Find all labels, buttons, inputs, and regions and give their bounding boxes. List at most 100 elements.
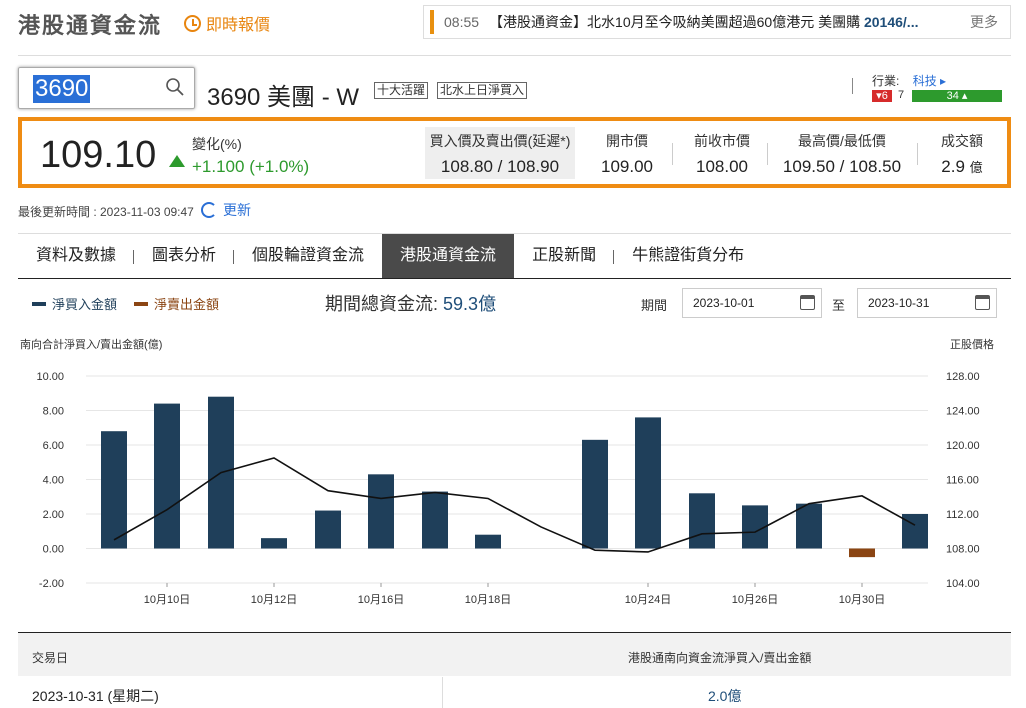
section-tabs: 資料及數據 圖表分析 個股輪證資金流 港股通資金流 正股新聞 牛熊證街貨分布 [18,233,1011,279]
quote-divider [767,143,768,165]
header-date: 交易日 [32,651,69,665]
ticker-headline-highlight: 20146/... [863,14,919,30]
refresh-button[interactable]: 更新 [201,200,251,220]
turnover-value: 2.9 億 [941,157,983,176]
flow-bar [315,510,341,549]
news-ticker[interactable]: 08:55 【港股通資金】北水10月至今吸納美團超過60億港元 美團購 2014… [423,5,1011,39]
ticker-time: 08:55 [444,14,480,30]
prev-close-cell: 前收市價 108.00 [682,127,762,183]
more-news-link[interactable]: 更多 [970,12,998,32]
y-tick-label: 8.00 [43,406,64,418]
x-tick-label: 10月10日 [144,594,190,606]
price-up-icon [169,155,185,167]
stock-name: 3690 美團 - W [207,84,360,111]
search-value[interactable]: 3690 [33,75,91,103]
row-date: 2023-10-31 (星期二) [32,688,159,704]
page-title: 港股通資金流 [18,13,163,38]
legend-inflow-label: 淨買入金額 [52,297,118,312]
y-tick-label: -2.00 [39,578,64,590]
y-tick-label: 0.00 [43,544,64,556]
bid-ask-value: 108.80 / 108.90 [440,157,560,176]
realtime-label: 即時報價 [206,17,271,34]
x-tick-label: 10月30日 [839,594,885,606]
change-label: 變化(%) [192,136,242,152]
tab-stock-news[interactable]: 正股新聞 [514,234,615,278]
quote-divider [672,143,673,165]
price-line [113,457,916,553]
industry-down-count: ▾6 [872,90,892,102]
period-total-flow: 期間總資金流: 59.3億 [325,294,497,314]
flow-bar [796,503,822,549]
legend-outflow-label: 淨賣出金額 [154,297,220,312]
industry-flat-count: 7 [898,89,905,101]
row-divider [442,677,443,708]
tab-southbound-flow[interactable]: 港股通資金流 [382,234,515,278]
x-tick-label: 10月26日 [732,594,778,606]
last-price: 109.10 [40,134,157,176]
flow-bar [261,538,287,549]
table-header: 交易日 港股通南向資金流淨買入/賣出金額 [18,632,1011,676]
y2-tick-label: 108.00 [946,544,980,556]
industry-link[interactable]: 科技 ▸ [913,74,946,88]
tab-warrant-flow[interactable]: 個股輪證資金流 [234,234,382,278]
flow-bar [582,439,608,549]
right-axis-title: 正股價格 [950,339,994,351]
prev-close-label: 前收市價 [694,133,750,149]
flow-bar [475,534,501,549]
flow-bar [101,431,127,549]
flow-bar [154,403,180,549]
ticker-headline: 【港股通資金】北水10月至今吸納美團超過60億港元 美團購 [489,14,864,30]
table-row[interactable]: 2023-10-31 (星期二) 2.0億 [18,677,1011,708]
industry-row: 行業: 科技 ▸ [872,72,946,89]
y-tick-label: 6.00 [43,440,64,452]
y2-tick-label: 120.00 [946,440,980,452]
calendar-icon[interactable] [800,295,815,310]
y2-tick-label: 116.00 [946,475,979,487]
calendar-icon[interactable] [975,295,990,310]
legend-outflow: 淨賣出金額 [134,294,219,313]
tag-top-active[interactable]: 十大活躍 [374,82,429,99]
flow-bar [368,474,394,549]
open-value: 109.00 [601,157,653,176]
bid-ask-cell: 買入價及賣出價(延遲*) 108.80 / 108.90 [425,127,575,179]
ticker-text[interactable]: 【港股通資金】北水10月至今吸納美團超過60億港元 美團購 20146/... [489,12,934,32]
x-tick-label: 10月18日 [465,594,511,606]
flow-bar [635,417,661,549]
turnover-cell: 成交額 2.9 億 [922,127,1002,183]
industry-label: 行業: [872,74,900,88]
legend-inflow: 淨買入金額 [32,294,117,313]
y-tick-label: 4.00 [43,475,64,487]
y-tick-label: 10.00 [36,371,64,383]
ticker-accent-bar [430,10,434,34]
tab-data[interactable]: 資料及數據 [18,234,135,278]
quote-panel: 109.10 變化(%) +1.100 (+1.0%) 買入價及賣出價(延遲*)… [18,117,1011,188]
change-value: +1.100 (+1.0%) [192,157,310,176]
y2-tick-label: 112.00 [946,509,979,521]
search-icon[interactable] [166,78,184,96]
legend-inflow-swatch [32,301,46,306]
prev-close-value: 108.00 [696,157,748,176]
realtime-quote-link[interactable]: 即時報價 [184,11,270,35]
end-date-input[interactable]: 2023-10-31 [857,288,997,318]
flow-bar [422,491,448,549]
header-divider [18,55,1011,56]
tag-northbound-buy[interactable]: 北水上日淨買入 [437,82,528,99]
y-tick-label: 2.00 [43,509,64,521]
quote-divider [917,143,918,165]
x-tick-label: 10月12日 [251,594,297,606]
flow-bar [849,548,875,558]
start-date-input[interactable]: 2023-10-01 [682,288,822,318]
high-low-value: 109.50 / 108.50 [782,157,902,176]
tab-cbbc-distribution[interactable]: 牛熊證街貨分布 [614,234,762,278]
stock-search-input[interactable]: 3690 [18,67,195,109]
fund-flow-chart: 10.00 128.00 8.00 124.00 6.00 120.00 4.00 116.0… [36,371,980,606]
flow-bar [689,493,715,549]
x-tick-label: 10月24日 [625,594,671,606]
bid-ask-label: 買入價及賣出價(延遲*) [429,133,571,149]
x-tick-label: 10月16日 [358,594,404,606]
tab-chart-analysis[interactable]: 圖表分析 [134,234,235,278]
y2-tick-label: 104.00 [946,578,980,590]
clock-icon [184,14,201,32]
refresh-label: 更新 [223,202,251,218]
open-cell: 開市價 109.00 [587,127,667,183]
